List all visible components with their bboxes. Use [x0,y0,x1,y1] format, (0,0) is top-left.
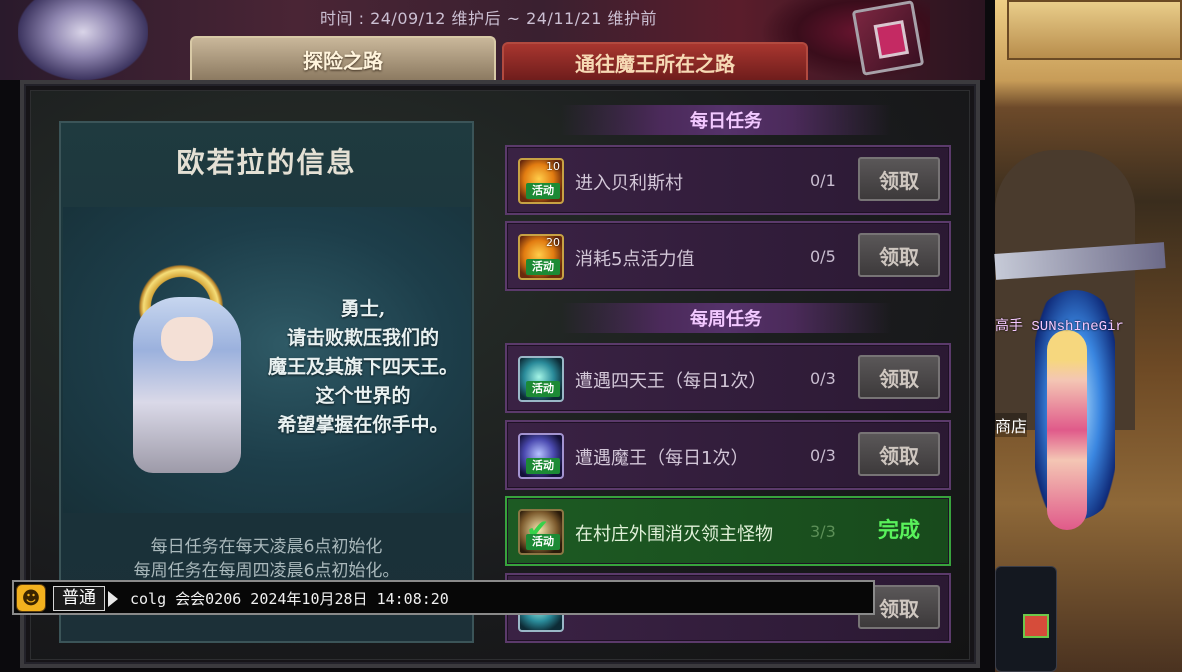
gift-icon[interactable] [1023,614,1049,638]
tab-demon-king-road[interactable]: 通往魔王所在之路 [502,42,808,80]
daily-quests-header: 每日任务 [561,105,891,135]
quest-name: 在村庄外围消灭领主怪物 [575,524,773,545]
frog-emoji-icon[interactable]: ☻ [16,584,46,612]
game-world-view: 高手 SUNshIneGir 商店 [994,0,1182,672]
claim-button[interactable]: 领取 [858,233,940,277]
event-tag: 活动 [526,183,560,199]
tome-icon [851,0,925,76]
weekly-quests-header: 每周任务 [561,303,891,333]
four-kings-icon: 活动 [518,356,564,402]
quest-row: 10 活动 进入贝利斯村 0/1 领取 [505,145,951,215]
quest-progress: 0/1 [810,171,836,190]
claim-button[interactable]: 领取 [858,432,940,476]
quest-progress: 3/3 [810,522,836,541]
chat-input[interactable]: colg 会会0206 2024年10月28日 14:08:20 [130,588,449,609]
event-content: 欧若拉的信息 勇士, 请击败欺压我们的 魔王及其旗下四天王。 这个世界的 希望掌… [30,90,970,660]
quest-row: 活动 遭遇魔王（每日1次） 0/3 领取 [505,420,951,490]
banner-hero-art [18,0,148,80]
quest-row-complete: ✔ 活动 在村庄外围消灭领主怪物 3/3 完成 [505,496,951,566]
boss-monster-icon: ✔ 活动 [518,509,564,555]
event-tag: 活动 [526,259,560,275]
daily-reset-note: 每日任务在每天凌晨6点初始化 [150,537,383,557]
world-signboard [1007,0,1182,60]
speech-line: 魔王及其旗下四天王。 [267,356,458,378]
npc-speech: 勇士, 请击败欺压我们的 魔王及其旗下四天王。 这个世界的 希望掌握在你手中。 [263,295,463,440]
chevron-right-icon[interactable] [108,591,118,607]
icon-count: 10 [546,160,560,173]
quest-name: 遭遇魔王（每日1次） [575,448,749,469]
game-screen: 时间 : 24/09/12 维护后 ~ 24/11/21 维护前 探险之路 通往… [0,0,1182,672]
player-name[interactable]: 高手 SUNshIneGir [995,315,1124,335]
quest-progress: 0/5 [810,247,836,266]
vitality-icon: 20 活动 [518,234,564,280]
quest-row: 活动 遭遇四天王（每日1次） 0/3 领取 [505,343,951,413]
npc-portrait: 勇士, 请击败欺压我们的 魔王及其旗下四天王。 这个世界的 希望掌握在你手中。 [63,207,471,513]
chat-bar: ☻ 普通 colg 会会0206 2024年10月28日 14:08:20 [12,580,875,615]
tab-explore-road[interactable]: 探险之路 [190,36,496,80]
quest-name: 遭遇四天王（每日1次） [575,371,767,392]
speech-line: 希望掌握在你手中。 [277,414,449,436]
shop-label[interactable]: 商店 [995,413,1028,437]
npc-info-panel: 欧若拉的信息 勇士, 请击败欺压我们的 魔王及其旗下四天王。 这个世界的 希望掌… [59,121,474,643]
reset-notes: 每日任务在每天凌晨6点初始化 每周任务在每周四凌晨6点初始化。 [61,535,472,583]
speech-line: 请击败欺压我们的 [286,327,439,349]
claim-button[interactable]: 领取 [858,157,940,201]
claim-button[interactable]: 领取 [858,355,940,399]
event-tag: 活动 [526,381,560,397]
demon-king-icon: 活动 [518,433,564,479]
npc-face [161,317,213,361]
chat-channel-selector[interactable]: 普通 [53,586,105,611]
event-tag: 活动 [526,458,560,474]
quest-complete-status: 完成 [878,517,920,542]
vitality-icon: 10 活动 [518,158,564,204]
quest-row: 20 活动 消耗5点活力值 0/5 领取 [505,221,951,291]
event-tag: 活动 [526,534,560,550]
player-character[interactable] [1047,330,1087,530]
npc-title: 欧若拉的信息 [176,146,357,179]
quest-name: 消耗5点活力值 [575,249,695,270]
quest-progress: 0/3 [810,446,836,465]
speech-line: 这个世界的 [315,385,411,407]
icon-count: 20 [546,236,560,249]
quest-name: 进入贝利斯村 [575,173,683,194]
speech-line: 勇士, [340,298,386,320]
event-period: 时间 : 24/09/12 维护后 ~ 24/11/21 维护前 [320,9,658,28]
quest-progress: 0/3 [810,369,836,388]
